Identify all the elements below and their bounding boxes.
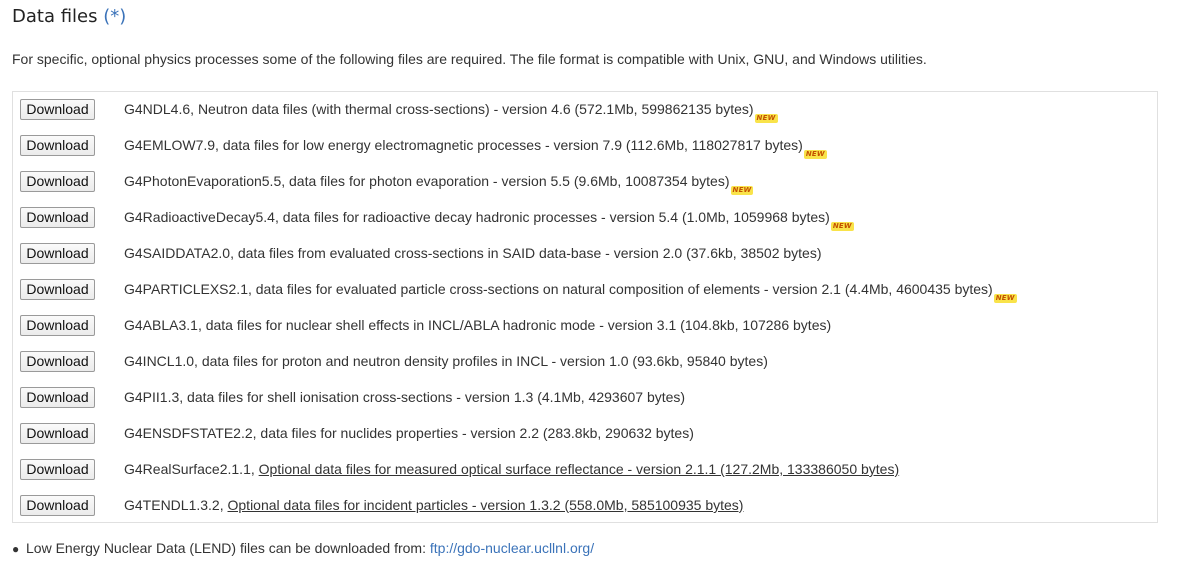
file-row: Download G4EMLOW7.9, data files for low e… (13, 128, 1157, 164)
file-description-text: Neutron data files (with thermal cross-s… (197, 101, 754, 117)
file-description-text: data files for photon evaporation - vers… (289, 173, 730, 189)
file-name: G4PARTICLEXS2.1, (124, 281, 256, 297)
file-description-text: data files for radioactive decay hadroni… (282, 209, 830, 225)
file-row: Download G4ENSDFSTATE2.2, data files for … (13, 416, 1157, 452)
file-name: G4RadioactiveDecay5.4, (124, 209, 283, 225)
lend-note: ● Low Energy Nuclear Data (LEND) files ca… (12, 540, 594, 556)
file-name: G4EMLOW7.9, (124, 137, 223, 153)
file-description-link[interactable]: Optional data files for incident particl… (228, 497, 744, 513)
file-description-link[interactable]: Optional data files for measured optical… (259, 461, 899, 477)
file-description-text: data files for shell ionisation cross-se… (187, 389, 686, 405)
file-row: Download G4PhotonEvaporation5.5, data fil… (13, 164, 1157, 200)
file-description-text: data files for proton and neutron densit… (201, 353, 768, 369)
file-row: Download G4PARTICLEXS2.1, data files for … (13, 272, 1157, 308)
intro-text: For specific, optional physics processes… (12, 51, 927, 67)
file-description: G4TENDL1.3.2, Optional data files for in… (124, 497, 743, 513)
download-button[interactable]: Download (20, 351, 95, 372)
file-description: G4SAIDDATA2.0, data files from evaluated… (124, 245, 822, 261)
download-button[interactable]: Download (20, 387, 95, 408)
download-button[interactable]: Download (20, 279, 95, 300)
file-name: G4TENDL1.3.2, (124, 497, 228, 513)
download-button[interactable]: Download (20, 243, 95, 264)
file-name: G4ABLA3.1, (124, 317, 206, 333)
file-row: Download G4NDL4.6, Neutron data files (wi… (13, 92, 1157, 128)
bullet-icon: ● (12, 542, 20, 556)
lend-note-text: Low Energy Nuclear Data (LEND) files can… (26, 540, 430, 556)
file-description-text: data files for nuclides properties - ver… (260, 425, 694, 441)
file-row: Download G4TENDL1.3.2, Optional data file… (13, 488, 1157, 524)
file-row: Download G4INCL1.0, data files for proton… (13, 344, 1157, 380)
data-files-table: Download G4NDL4.6, Neutron data files (wi… (12, 91, 1158, 523)
download-button[interactable]: Download (20, 495, 95, 516)
download-button[interactable]: Download (20, 135, 95, 156)
file-row: Download G4ABLA3.1, data files for nuclea… (13, 308, 1157, 344)
file-description: G4PARTICLEXS2.1, data files for evaluate… (124, 281, 1017, 303)
file-description: G4RadioactiveDecay5.4, data files for ra… (124, 209, 854, 231)
file-row: Download G4SAIDDATA2.0, data files from e… (13, 236, 1157, 272)
file-name: G4INCL1.0, (124, 353, 202, 369)
file-description: G4PII1.3, data files for shell ionisatio… (124, 389, 685, 405)
file-description: G4EMLOW7.9, data files for low energy el… (124, 137, 827, 159)
new-badge-icon: NEW (830, 222, 854, 231)
file-description: G4INCL1.0, data files for proton and neu… (124, 353, 768, 369)
file-description: G4RealSurface2.1.1, Optional data files … (124, 461, 899, 477)
file-description-text: data files for nuclear shell effects in … (205, 317, 832, 333)
file-row: Download G4RadioactiveDecay5.4, data file… (13, 200, 1157, 236)
file-description-text: data files for low energy electromagneti… (222, 137, 803, 153)
file-description: G4PhotonEvaporation5.5, data files for p… (124, 173, 754, 195)
file-description: G4ENSDFSTATE2.2, data files for nuclides… (124, 425, 694, 441)
new-badge-icon: NEW (754, 114, 778, 123)
download-button[interactable]: Download (20, 171, 95, 192)
file-description-text: data files from evaluated cross-sections… (237, 245, 822, 261)
file-name: G4NDL4.6, (124, 101, 198, 117)
file-name: G4PhotonEvaporation5.5, (124, 173, 290, 189)
file-name: G4RealSurface2.1.1, (124, 461, 259, 477)
download-button[interactable]: Download (20, 315, 95, 336)
download-button[interactable]: Download (20, 423, 95, 444)
new-badge-icon: NEW (803, 150, 827, 159)
file-name: G4PII1.3, (124, 389, 188, 405)
download-button[interactable]: Download (20, 459, 95, 480)
file-description: G4ABLA3.1, data files for nuclear shell … (124, 317, 831, 333)
title-text: Data files (12, 6, 98, 27)
lend-ftp-link[interactable]: ftp://gdo-nuclear.ucllnl.org/ (430, 540, 594, 556)
title-footnote-link[interactable]: (*) (103, 6, 126, 27)
download-button[interactable]: Download (20, 207, 95, 228)
file-row: Download G4RealSurface2.1.1, Optional dat… (13, 452, 1157, 488)
new-badge-icon: NEW (993, 294, 1017, 303)
file-description: G4NDL4.6, Neutron data files (with therm… (124, 101, 778, 123)
download-button[interactable]: Download (20, 99, 95, 120)
file-name: G4ENSDFSTATE2.2, (124, 425, 261, 441)
page-title: Data files (*) (12, 6, 126, 27)
file-name: G4SAIDDATA2.0, (124, 245, 238, 261)
file-row: Download G4PII1.3, data files for shell i… (13, 380, 1157, 416)
data-files-page: Data files (*) For specific, optional ph… (0, 0, 1195, 563)
new-badge-icon: NEW (730, 186, 754, 195)
file-description-text: data files for evaluated particle cross-… (255, 281, 993, 297)
